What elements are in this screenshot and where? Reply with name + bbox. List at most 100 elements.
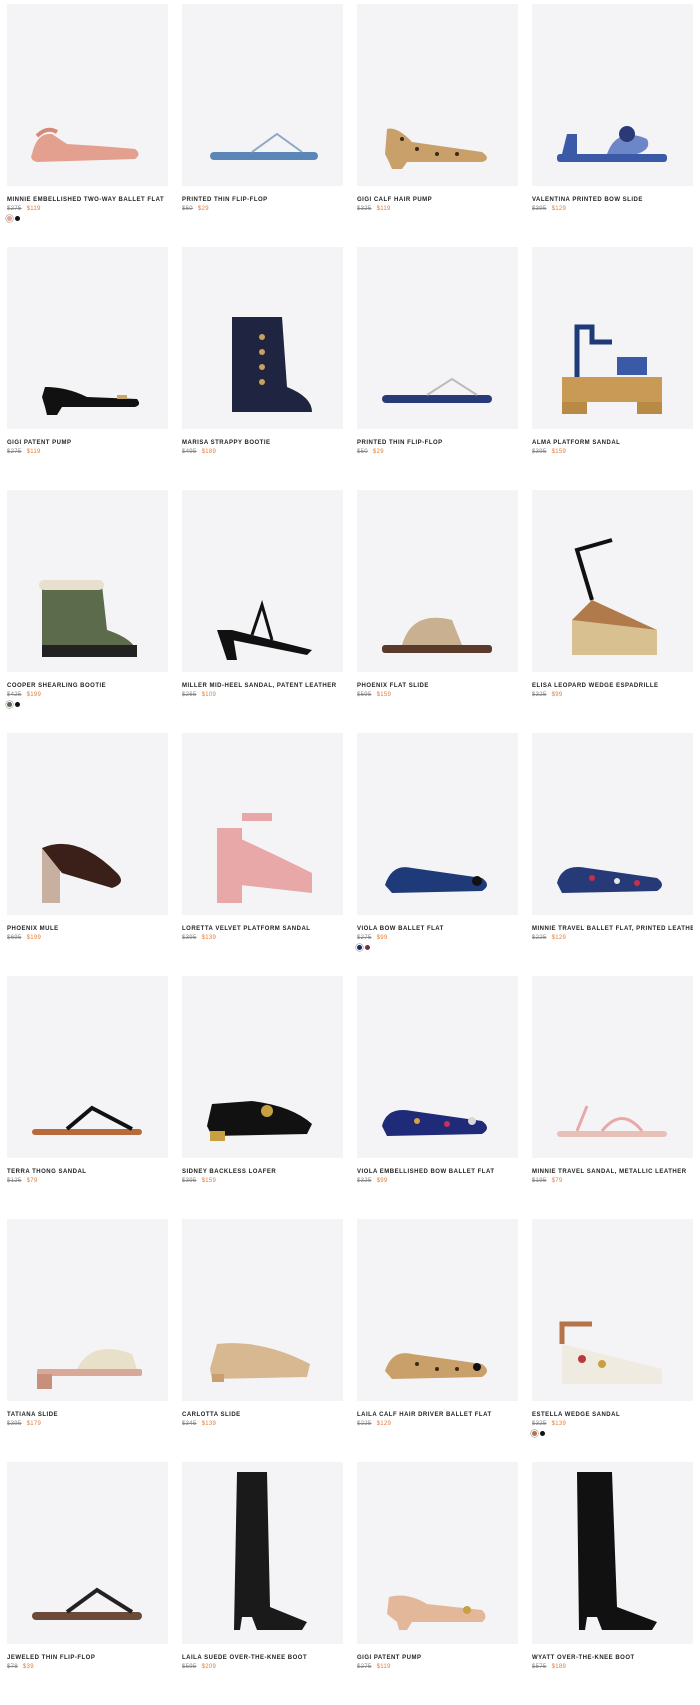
product-card[interactable]: MINNIE TRAVEL BALLET FLAT, PRINTED LEATH… [532,733,693,976]
nude-patent-pump-image[interactable] [357,1462,518,1644]
black-suede-otk-boot-image[interactable] [182,1462,343,1644]
leopard-driver-flat-image[interactable] [357,1219,518,1401]
brocade-slide-image[interactable] [182,1219,343,1401]
product-card[interactable]: PHOENIX MULE $695 $199 [7,733,168,976]
color-swatch[interactable] [357,945,362,950]
sale-price: $159 [551,449,567,455]
product-card[interactable]: TATIANA SLIDE $395 $179 [7,1219,168,1462]
color-swatches [182,1431,343,1437]
green-shearling-bootie-image[interactable] [7,490,168,672]
product-name[interactable]: TATIANA SLIDE [7,1411,168,1419]
product-card[interactable]: GIGI CALF HAIR PUMP $325 $119 [357,4,518,247]
product-name[interactable]: PHOENIX FLAT SLIDE [357,682,518,690]
product-name[interactable]: VIOLA EMBELLISHED BOW BALLET FLAT [357,1168,518,1176]
navy-flip-flop-image[interactable] [357,247,518,429]
navy-bow-ballet-flat-image[interactable] [357,733,518,915]
woven-slide-image[interactable] [7,1219,168,1401]
product-name[interactable]: GIGI PATENT PUMP [357,1654,518,1662]
black-otk-boot-image[interactable] [532,1462,693,1644]
product-card[interactable]: TERRA THONG SANDAL $125 $79 [7,976,168,1219]
product-card[interactable]: ELISA LEOPARD WEDGE ESPADRILLE $325 $99 [532,490,693,733]
fur-flat-slide-image[interactable] [357,490,518,672]
printed-bow-slide-image[interactable] [532,4,693,186]
product-name[interactable]: MILLER MID-HEEL SANDAL, PATENT LEATHER [182,682,343,690]
product-card[interactable]: SIDNEY BACKLESS LOAFER $395 $159 [182,976,343,1219]
metallic-travel-sandal-image[interactable] [532,976,693,1158]
product-card[interactable]: JEWELED THIN FLIP-FLOP $78 $39 [7,1462,168,1705]
product-card[interactable]: MINNIE TRAVEL SANDAL, METALLIC LEATHER $1… [532,976,693,1219]
original-price: $345 [182,1421,197,1427]
printed-travel-ballet-flat-image[interactable] [532,733,693,915]
thong-sandal-image[interactable] [7,976,168,1158]
product-name[interactable]: JEWELED THIN FLIP-FLOP [7,1654,168,1662]
embellished-ballet-flat-image[interactable] [357,976,518,1158]
product-name[interactable]: LAILA CALF HAIR DRIVER BALLET FLAT [357,1411,518,1419]
product-name[interactable]: MINNIE TRAVEL BALLET FLAT, PRINTED LEATH… [532,925,693,933]
product-card[interactable]: LAILA CALF HAIR DRIVER BALLET FLAT $225 $1… [357,1219,518,1462]
color-swatch[interactable] [540,1431,545,1436]
black-backless-loafer-image[interactable] [182,976,343,1158]
product-name[interactable]: LAILA SUEDE OVER-THE-KNEE BOOT [182,1654,343,1662]
product-name[interactable]: PRINTED THIN FLIP-FLOP [182,196,343,204]
product-card[interactable]: MARISA STRAPPY BOOTIE $495 $189 [182,247,343,490]
product-card[interactable]: VIOLA EMBELLISHED BOW BALLET FLAT $325 $99 [357,976,518,1219]
navy-strappy-bootie-image[interactable] [182,247,343,429]
black-mid-heel-sandal-image[interactable] [182,490,343,672]
product-name[interactable]: TERRA THONG SANDAL [7,1168,168,1176]
black-patent-pump-image[interactable] [7,247,168,429]
product-card[interactable]: PRINTED THIN FLIP-FLOP $50 $29 [182,4,343,247]
product-card[interactable]: ALMA PLATFORM SANDAL $395 $159 [532,247,693,490]
product-name[interactable]: PHOENIX MULE [7,925,168,933]
original-price: $425 [7,692,22,698]
product-name[interactable]: GIGI PATENT PUMP [7,439,168,447]
color-swatch[interactable] [15,702,20,707]
studded-wedge-sandal-image[interactable] [532,1219,693,1401]
color-swatch[interactable] [532,1431,537,1436]
color-swatch[interactable] [365,945,370,950]
price-row: $265 $109 [182,691,343,699]
product-name[interactable]: MINNIE EMBELLISHED TWO-WAY BALLET FLAT [7,196,168,204]
product-card[interactable]: GIGI PATENT PUMP $275 $119 [357,1462,518,1705]
product-card[interactable]: LORETTA VELVET PLATFORM SANDAL $395 $139 [182,733,343,976]
product-name[interactable]: SIDNEY BACKLESS LOAFER [182,1168,343,1176]
product-name[interactable]: ELISA LEOPARD WEDGE ESPADRILLE [532,682,693,690]
product-card[interactable]: VALENTINA PRINTED BOW SLIDE $395 $129 [532,4,693,247]
leopard-pump-image[interactable] [357,4,518,186]
product-card[interactable]: MINNIE EMBELLISHED TWO-WAY BALLET FLAT $2… [7,4,168,247]
product-name[interactable]: VIOLA BOW BALLET FLAT [357,925,518,933]
product-card[interactable]: GIGI PATENT PUMP $275 $119 [7,247,168,490]
color-swatch[interactable] [7,702,12,707]
pink-ballet-flat-image[interactable] [7,4,168,186]
price-row: $275 $99 [357,934,518,942]
product-card[interactable]: PRINTED THIN FLIP-FLOP $50 $29 [357,247,518,490]
jeweled-flip-flop-image[interactable] [7,1462,168,1644]
product-name[interactable]: LORETTA VELVET PLATFORM SANDAL [182,925,343,933]
product-name[interactable]: VALENTINA PRINTED BOW SLIDE [532,196,693,204]
product-name[interactable]: COOPER SHEARLING BOOTIE [7,682,168,690]
product-card[interactable]: CARLOTTA SLIDE $345 $139 [182,1219,343,1462]
product-name[interactable]: PRINTED THIN FLIP-FLOP [357,439,518,447]
product-card[interactable]: ESTELLA WEDGE SANDAL $325 $139 [532,1219,693,1462]
blue-flip-flop-image[interactable] [182,4,343,186]
brown-mule-image[interactable] [7,733,168,915]
leopard-wedge-espadrille-image[interactable] [532,490,693,672]
product-card[interactable]: VIOLA BOW BALLET FLAT $275 $99 [357,733,518,976]
product-card[interactable]: LAILA SUEDE OVER-THE-KNEE BOOT $595 $209 [182,1462,343,1705]
product-card[interactable]: MILLER MID-HEEL SANDAL, PATENT LEATHER $2… [182,490,343,733]
product-card[interactable]: WYATT OVER-THE-KNEE BOOT $575 $189 [532,1462,693,1705]
pink-velvet-platform-image[interactable] [182,733,343,915]
color-swatch[interactable] [15,216,20,221]
product-name[interactable]: MINNIE TRAVEL SANDAL, METALLIC LEATHER [532,1168,693,1176]
color-swatch[interactable] [7,216,12,221]
original-price: $275 [357,1664,372,1670]
original-price: $595 [182,1664,197,1670]
wood-platform-sandal-image[interactable] [532,247,693,429]
product-name[interactable]: MARISA STRAPPY BOOTIE [182,439,343,447]
product-name[interactable]: CARLOTTA SLIDE [182,1411,343,1419]
product-name[interactable]: ALMA PLATFORM SANDAL [532,439,693,447]
product-name[interactable]: ESTELLA WEDGE SANDAL [532,1411,693,1419]
product-card[interactable]: PHOENIX FLAT SLIDE $595 $159 [357,490,518,733]
product-name[interactable]: WYATT OVER-THE-KNEE BOOT [532,1654,693,1662]
product-name[interactable]: GIGI CALF HAIR PUMP [357,196,518,204]
product-card[interactable]: COOPER SHEARLING BOOTIE $425 $199 [7,490,168,733]
